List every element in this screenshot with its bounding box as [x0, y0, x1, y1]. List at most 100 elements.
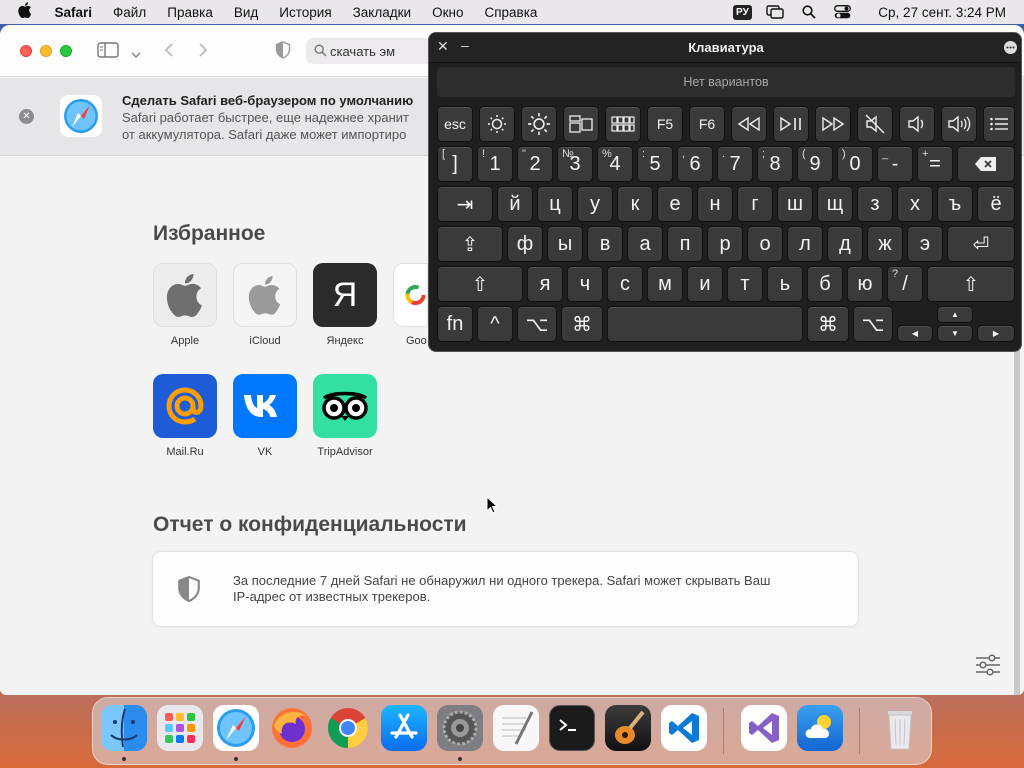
key-capslock[interactable]: ⇪ — [437, 226, 503, 262]
key-brightness-down[interactable] — [479, 106, 515, 142]
key-letter[interactable]: п — [667, 226, 703, 262]
favorite-yandex[interactable]: Я — [313, 263, 377, 327]
key-esc[interactable]: esc — [437, 106, 473, 142]
key-equals[interactable]: + = — [917, 146, 953, 182]
launchpad-icon[interactable] — [157, 705, 203, 751]
key-arrow-left[interactable]: ◀ — [897, 325, 933, 342]
finder-icon[interactable] — [101, 705, 147, 751]
key-letter[interactable]: ю — [847, 266, 883, 302]
favorite-icloud[interactable] — [233, 263, 297, 327]
key-control[interactable]: ^ — [477, 306, 513, 342]
key-num-3[interactable]: № 3 — [557, 146, 593, 182]
app-store-icon[interactable] — [381, 705, 427, 751]
key-volume-down[interactable] — [899, 106, 935, 142]
garageband-icon[interactable] — [605, 705, 651, 751]
key-letter[interactable]: л — [787, 226, 823, 262]
key-num-5[interactable]: :5 — [637, 146, 673, 182]
key-letter[interactable]: ё — [977, 186, 1015, 222]
system-settings-icon[interactable] — [437, 705, 483, 751]
safari-dock-icon[interactable] — [213, 705, 259, 751]
key-letter[interactable]: и — [687, 266, 723, 302]
input-source-indicator[interactable]: РУ — [733, 4, 752, 20]
favorite-google[interactable] — [393, 263, 428, 327]
key-letter[interactable]: й — [497, 186, 533, 222]
key-num-8[interactable]: ; 8 — [757, 146, 793, 182]
address-bar[interactable]: скачать эм — [306, 38, 436, 64]
firefox-icon[interactable] — [269, 705, 315, 751]
key-letter[interactable]: ц — [537, 186, 573, 222]
key-letter[interactable]: т — [727, 266, 763, 302]
key-num-0[interactable]: [] — [437, 146, 473, 182]
favorite-vk[interactable] — [233, 374, 297, 438]
key-minus[interactable]: _ - — [877, 146, 913, 182]
menu-edit[interactable]: Правка — [157, 5, 224, 20]
key-num-7[interactable]: .7 — [717, 146, 753, 182]
menu-window[interactable]: Окно — [422, 5, 474, 20]
key-volume-up[interactable] — [941, 106, 977, 142]
key-list[interactable] — [983, 106, 1015, 142]
key-letter[interactable]: ш — [777, 186, 813, 222]
keyboard-options-button[interactable] — [1004, 41, 1017, 54]
favorite-tripadvisor[interactable] — [313, 374, 377, 438]
key-num-6[interactable]: ,6 — [677, 146, 713, 182]
key-letter[interactable]: я — [527, 266, 563, 302]
key-f6[interactable]: F6 — [689, 106, 725, 142]
favorite-mailru[interactable] — [153, 374, 217, 438]
forward-button[interactable] — [197, 42, 209, 63]
window-zoom-button[interactable] — [60, 45, 72, 57]
key-mission-control[interactable] — [563, 106, 599, 142]
key-slash[interactable]: ? / — [887, 266, 923, 302]
key-rewind[interactable] — [731, 106, 767, 142]
customize-sliders-icon[interactable] — [975, 654, 1001, 681]
key-num-4[interactable]: % 4 — [597, 146, 633, 182]
key-num-2[interactable]: " 2 — [517, 146, 553, 182]
key-enter[interactable]: ⏎ — [947, 226, 1015, 262]
window-close-button[interactable] — [20, 45, 32, 57]
key-letter[interactable]: э — [907, 226, 943, 262]
trash-icon[interactable] — [877, 705, 923, 751]
textedit-icon[interactable] — [493, 705, 539, 751]
key-space[interactable] — [607, 306, 803, 342]
menu-bookmarks[interactable]: Закладки — [342, 5, 421, 20]
privacy-shield-icon[interactable] — [275, 41, 291, 64]
weather-icon[interactable] — [797, 705, 843, 751]
key-f5[interactable]: F5 — [647, 106, 683, 142]
key-letter[interactable]: к — [617, 186, 653, 222]
key-backspace[interactable] — [957, 146, 1015, 182]
key-num-1[interactable]: ! 1 — [477, 146, 513, 182]
privacy-report-card[interactable]: За последние 7 дней Safari не обнаружил … — [153, 552, 858, 626]
vscode-icon[interactable] — [661, 705, 707, 751]
key-letter[interactable]: м — [647, 266, 683, 302]
key-launchpad[interactable] — [605, 106, 641, 142]
key-letter[interactable]: б — [807, 266, 843, 302]
key-option-right[interactable]: ⌥ — [853, 306, 893, 342]
key-letter[interactable]: ж — [867, 226, 903, 262]
menu-view[interactable]: Вид — [223, 5, 268, 20]
key-command-left[interactable]: ⌘ — [561, 306, 603, 342]
key-tab[interactable]: ⇥ — [437, 186, 493, 222]
key-command-right[interactable]: ⌘ — [807, 306, 849, 342]
key-letter[interactable]: о — [747, 226, 783, 262]
key-letter[interactable]: ч — [567, 266, 603, 302]
apple-menu-icon[interactable] — [0, 2, 44, 22]
key-letter[interactable]: д — [827, 226, 863, 262]
address-input-value[interactable]: скачать эм — [330, 44, 395, 59]
key-brightness-up[interactable] — [521, 106, 557, 142]
spotlight-search-icon[interactable] — [800, 5, 818, 19]
key-shift-left[interactable]: ⇧ — [437, 266, 523, 302]
key-letter[interactable]: е — [657, 186, 693, 222]
key-fn[interactable]: fn — [437, 306, 473, 342]
key-letter[interactable]: з — [857, 186, 893, 222]
key-mute[interactable] — [857, 106, 893, 142]
key-letter[interactable]: а — [627, 226, 663, 262]
favorite-apple[interactable] — [153, 263, 217, 327]
visual-studio-icon[interactable] — [741, 705, 787, 751]
menu-history[interactable]: История — [269, 5, 342, 20]
key-arrow-up[interactable]: ▲ — [937, 306, 973, 323]
key-letter[interactable]: у — [577, 186, 613, 222]
chrome-icon[interactable] — [325, 705, 371, 751]
key-letter[interactable]: г — [737, 186, 773, 222]
window-minimize-button[interactable] — [40, 45, 52, 57]
key-letter[interactable]: н — [697, 186, 733, 222]
terminal-icon[interactable] — [549, 705, 595, 751]
